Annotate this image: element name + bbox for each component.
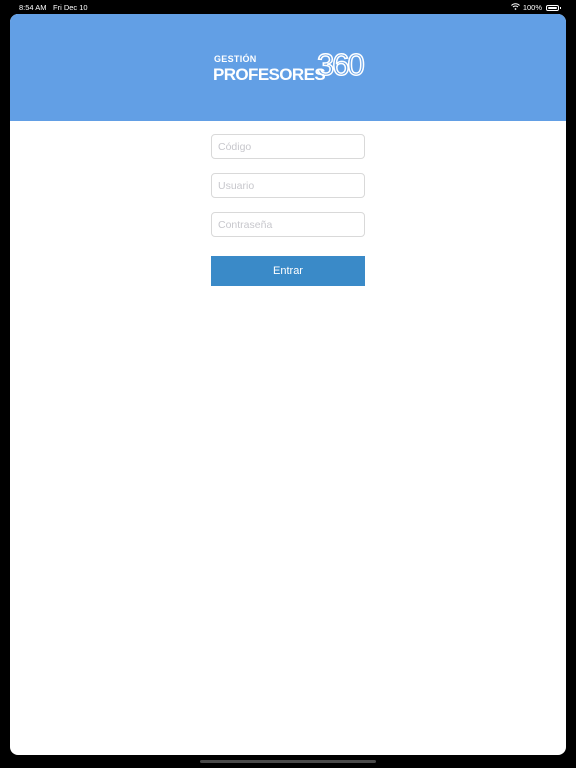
username-input[interactable] (211, 173, 365, 198)
header-banner: GESTIÓN PROFESORES 360 (10, 14, 566, 121)
logo-360-text: 360 (316, 46, 365, 83)
battery-icon (546, 4, 561, 11)
home-indicator[interactable] (200, 760, 376, 763)
battery-percent: 100% (522, 3, 542, 12)
logo-gestion-text: GESTIÓN (214, 54, 257, 64)
status-bar: 8:54 AM Fri Dec 10 100% (0, 0, 576, 14)
logo-profesores-text: PROFESORES (213, 65, 326, 84)
app-window: GESTIÓN PROFESORES 360 Entrar (10, 14, 566, 755)
status-time: 8:54 AM (19, 3, 47, 12)
app-logo: GESTIÓN PROFESORES 360 (213, 46, 365, 86)
status-date: Fri Dec 10 (53, 3, 88, 12)
code-input[interactable] (211, 134, 365, 159)
status-indicators: 100% (510, 3, 561, 12)
password-input[interactable] (211, 212, 365, 237)
wifi-icon (510, 3, 520, 12)
login-button[interactable]: Entrar (211, 256, 365, 286)
